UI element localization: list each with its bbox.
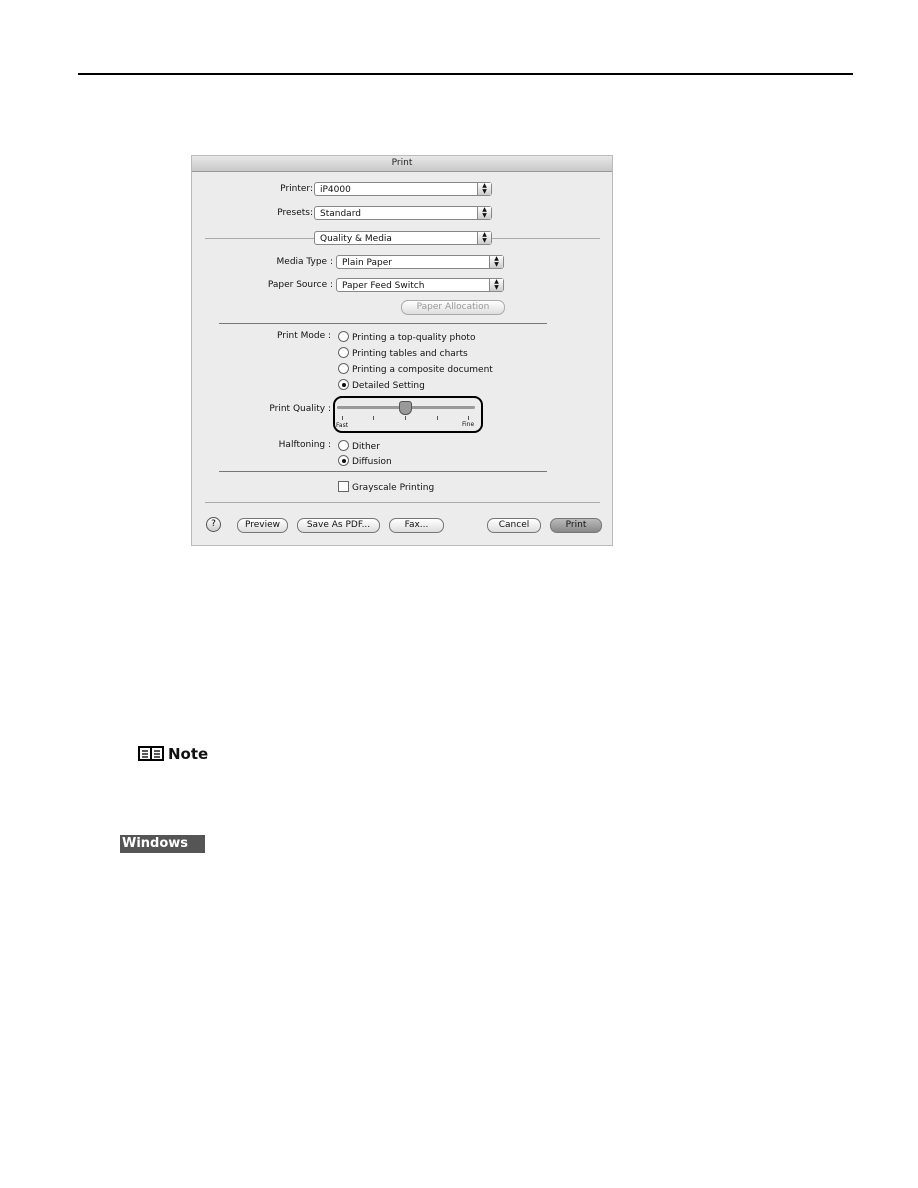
stepper-arrows-icon: ▲ ▼ xyxy=(489,256,503,268)
media-type-value: Plain Paper xyxy=(342,258,392,268)
radio-icon xyxy=(338,347,349,358)
radio-top-quality-photo[interactable]: Printing a top-quality photo xyxy=(338,331,475,343)
printer-select[interactable]: iP4000 ▲ ▼ xyxy=(314,182,492,196)
radio-label: Printing tables and charts xyxy=(352,349,468,359)
header-rule xyxy=(78,73,853,75)
paper-source-label: Paper Source : xyxy=(267,280,333,290)
print-quality-label: Print Quality : xyxy=(269,404,331,414)
slider-tick xyxy=(342,416,343,420)
slider-tick xyxy=(405,416,406,420)
presets-value: Standard xyxy=(320,209,361,219)
book-icon xyxy=(138,746,164,761)
stepper-arrows-icon: ▲ ▼ xyxy=(477,183,491,195)
slider-tick xyxy=(437,416,438,420)
radio-label: Printing a top-quality photo xyxy=(352,333,476,343)
radio-label: Detailed Setting xyxy=(352,381,425,391)
dialog-title: Print xyxy=(192,156,612,172)
checkbox-label: Grayscale Printing xyxy=(352,483,435,493)
grayscale-checkbox[interactable]: Grayscale Printing xyxy=(338,481,434,493)
printer-value: iP4000 xyxy=(320,185,351,195)
media-type-label: Media Type : xyxy=(276,257,333,267)
help-button[interactable]: ? xyxy=(206,517,221,532)
slider-max-label: Fine xyxy=(462,421,475,428)
radio-icon xyxy=(338,331,349,342)
radio-selected-icon xyxy=(338,455,349,466)
paper-source-select[interactable]: Paper Feed Switch ▲ ▼ xyxy=(336,278,504,292)
radio-label: Diffusion xyxy=(352,457,392,467)
print-mode-label: Print Mode : xyxy=(277,331,331,341)
windows-logo: Windows xyxy=(120,835,205,853)
radio-detailed-setting[interactable]: Detailed Setting xyxy=(338,379,425,391)
checkbox-icon xyxy=(338,481,349,492)
slider-min-label: Fast xyxy=(336,422,349,429)
media-type-select[interactable]: Plain Paper ▲ ▼ xyxy=(336,255,504,269)
stepper-arrows-icon: ▲ ▼ xyxy=(489,279,503,291)
halftoning-label: Halftoning : xyxy=(278,440,331,450)
print-button[interactable]: Print xyxy=(550,518,602,533)
stepper-arrows-icon: ▲ ▼ xyxy=(477,232,491,244)
radio-icon xyxy=(338,363,349,374)
preview-button[interactable]: Preview xyxy=(237,518,288,533)
slider-tick xyxy=(468,416,469,420)
divider xyxy=(219,323,547,324)
stepper-arrows-icon: ▲ ▼ xyxy=(477,207,491,219)
note-label: Note xyxy=(168,745,209,763)
fax-button[interactable]: Fax... xyxy=(389,518,444,533)
divider xyxy=(205,502,600,503)
cancel-button[interactable]: Cancel xyxy=(487,518,541,533)
radio-dither[interactable]: Dither xyxy=(338,440,380,452)
radio-icon xyxy=(338,440,349,451)
windows-logo-text: Windows xyxy=(122,836,189,851)
printer-label: Printer: xyxy=(280,184,313,194)
radio-label: Dither xyxy=(352,442,380,452)
paper-allocation-button[interactable]: Paper Allocation xyxy=(401,300,505,315)
presets-label: Presets: xyxy=(277,208,313,218)
panel-select[interactable]: Quality & Media ▲ ▼ xyxy=(314,231,492,245)
radio-diffusion[interactable]: Diffusion xyxy=(338,455,392,467)
slider-tick xyxy=(373,416,374,420)
save-as-pdf-button[interactable]: Save As PDF... xyxy=(297,518,380,533)
panel-value: Quality & Media xyxy=(320,234,392,244)
paper-source-value: Paper Feed Switch xyxy=(342,281,425,291)
divider xyxy=(219,471,547,472)
note-heading: Note xyxy=(137,745,208,763)
radio-composite-document[interactable]: Printing a composite document xyxy=(338,363,493,375)
print-quality-slider-thumb[interactable] xyxy=(399,401,412,415)
radio-tables-charts[interactable]: Printing tables and charts xyxy=(338,347,468,359)
radio-selected-icon xyxy=(338,379,349,390)
radio-label: Printing a composite document xyxy=(352,365,493,375)
page: Print Printer: iP4000 ▲ ▼ Presets: Standar… xyxy=(0,0,918,1188)
presets-select[interactable]: Standard ▲ ▼ xyxy=(314,206,492,220)
